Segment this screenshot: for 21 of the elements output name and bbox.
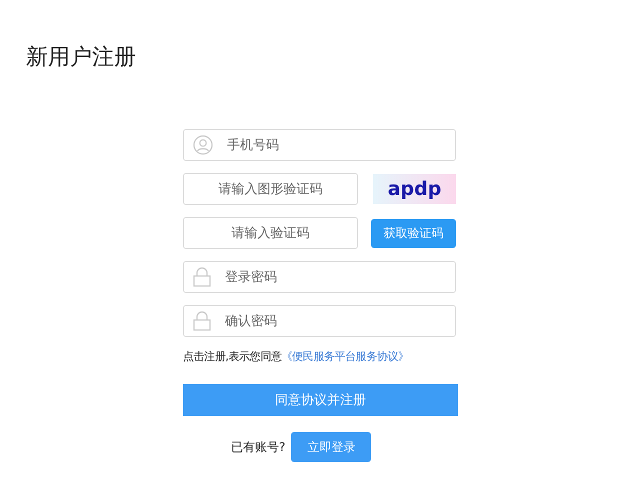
text-input[interactable]: 请输入图形验证码 bbox=[184, 180, 357, 198]
register-button[interactable]: 同意协议并注册 bbox=[183, 384, 458, 416]
text-input[interactable]: 确认密码 bbox=[223, 312, 455, 330]
user-icon bbox=[193, 135, 213, 155]
text-input[interactable]: 请输入验证码 bbox=[184, 224, 357, 242]
agreement-text: 点击注册,表示您同意《便民服务平台服务协议》 bbox=[183, 349, 410, 364]
login-prompt: 已有账号? bbox=[231, 438, 286, 456]
text-input[interactable]: 手机号码 bbox=[225, 136, 455, 154]
input-field[interactable]: 请输入图形验证码 bbox=[183, 173, 358, 205]
lock-icon bbox=[193, 311, 211, 331]
page-title: 新用户注册 bbox=[26, 44, 137, 72]
input-field[interactable]: 请输入验证码 bbox=[183, 217, 358, 249]
input-field[interactable]: 手机号码 bbox=[183, 129, 456, 161]
lock-icon bbox=[193, 267, 211, 287]
login-button[interactable]: 立即登录 bbox=[291, 432, 372, 462]
text-input[interactable]: 登录密码 bbox=[223, 268, 455, 286]
get-code-button[interactable]: 获取验证码 bbox=[371, 218, 456, 248]
agreement-link[interactable]: 《便民服务平台服务协议》 bbox=[282, 350, 409, 363]
input-field[interactable]: 登录密码 bbox=[183, 261, 456, 293]
input-field[interactable]: 确认密码 bbox=[183, 305, 456, 337]
captcha-image[interactable]: apdp bbox=[373, 174, 456, 204]
